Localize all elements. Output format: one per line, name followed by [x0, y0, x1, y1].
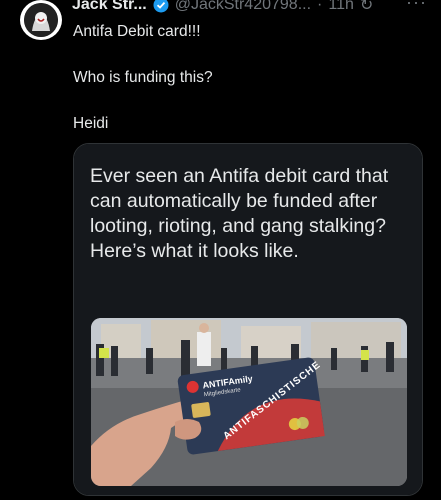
author-handle[interactable]: @JackStr420798... — [175, 0, 311, 14]
author-name[interactable]: Jack Str... — [72, 0, 147, 14]
post-line-2: Who is funding this? — [73, 69, 213, 86]
quoted-post[interactable]: Ever seen an Antifa debit card that can … — [73, 143, 423, 496]
separator-dot: · — [317, 0, 323, 13]
avatar[interactable] — [20, 0, 62, 40]
post-text: Antifa Debit card!!! Who is funding this… — [73, 22, 413, 160]
more-icon[interactable]: ··· — [406, 0, 427, 13]
edited-icon: ↻ — [359, 0, 374, 14]
post-time[interactable]: 11h — [328, 0, 354, 14]
quoted-post-text: Ever seen an Antifa debit card that can … — [90, 165, 389, 262]
post-line-1: Antifa Debit card!!! — [73, 23, 201, 40]
verified-icon — [153, 0, 169, 13]
tweet-header: Jack Str... @JackStr420798... · 11h ↻ — [72, 0, 373, 16]
post-line-3: Heidi — [73, 115, 109, 132]
quoted-post-body: Ever seen an Antifa debit card that can … — [74, 144, 422, 495]
quoted-photo[interactable]: ANTIFAmily Mitgliedskarte ANTIFASCHISTIS… — [91, 318, 407, 486]
